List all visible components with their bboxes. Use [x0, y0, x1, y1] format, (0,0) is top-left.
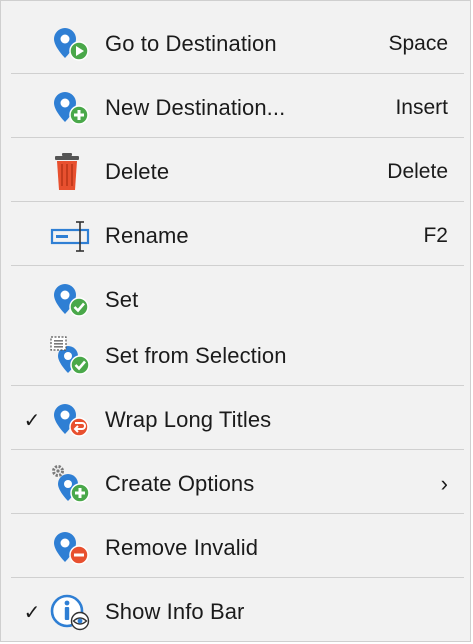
- menu-item-label: Delete: [105, 159, 170, 184]
- menu-item-label: Wrap Long Titles: [105, 407, 272, 432]
- menu-item-label: Set: [105, 287, 139, 312]
- menu-item-go-to-destination[interactable]: Go to Destination Space: [1, 22, 470, 66]
- menu-item-shortcut: Insert: [395, 96, 448, 119]
- menu-item-label: Show Info Bar: [105, 599, 245, 624]
- menu-item-rename[interactable]: Rename F2: [1, 214, 470, 258]
- menu-item-wrap-long-titles[interactable]: ✓ Wrap Long Titles: [1, 398, 470, 442]
- menu-separator: [11, 137, 464, 138]
- info-eye-icon: [49, 592, 101, 632]
- menu-item-new-destination[interactable]: New Destination... Insert: [1, 86, 470, 130]
- menu-item-delete[interactable]: Delete Delete: [1, 150, 470, 194]
- menu-separator: [11, 577, 464, 578]
- pin-add-icon: [49, 88, 101, 128]
- menu-item-set-from-selection[interactable]: Set from Selection: [1, 334, 470, 378]
- menu-separator: [11, 201, 464, 202]
- menu-item-shortcut: Space: [388, 32, 448, 55]
- menu-separator: [11, 513, 464, 514]
- pin-wrap-icon: [49, 400, 101, 440]
- context-menu: Go to Destination Space New Destination.…: [0, 0, 471, 642]
- pin-gear-add-icon: [49, 464, 101, 504]
- menu-item-label: Set from Selection: [105, 343, 287, 368]
- rename-icon: [49, 216, 101, 256]
- submenu-chevron-icon: ›: [440, 471, 448, 496]
- menu-item-shortcut: F2: [423, 224, 448, 247]
- menu-item-label: Rename: [105, 223, 189, 248]
- menu-item-label: Create Options: [105, 471, 255, 496]
- pin-check-icon: [49, 280, 101, 320]
- menu-item-create-options[interactable]: Create Options ›: [1, 462, 470, 506]
- pin-remove-icon: [49, 528, 101, 568]
- menu-separator: [11, 73, 464, 74]
- menu-item-label: New Destination...: [105, 95, 286, 120]
- menu-separator: [11, 385, 464, 386]
- pin-play-icon: [49, 24, 101, 64]
- menu-item-label: Go to Destination: [105, 31, 277, 56]
- menu-item-label: Remove Invalid: [105, 535, 259, 560]
- menu-separator: [11, 265, 464, 266]
- checkmark-icon: ✓: [23, 409, 41, 432]
- menu-item-show-info-bar[interactable]: ✓ Show Info Bar: [1, 590, 470, 634]
- menu-item-set[interactable]: Set: [1, 278, 470, 322]
- menu-item-shortcut: Delete: [387, 160, 448, 183]
- checkmark-icon: ✓: [23, 601, 41, 624]
- menu-separator: [11, 449, 464, 450]
- pin-selection-check-icon: [49, 336, 101, 376]
- trash-icon: [49, 152, 101, 192]
- menu-item-remove-invalid[interactable]: Remove Invalid: [1, 526, 470, 570]
